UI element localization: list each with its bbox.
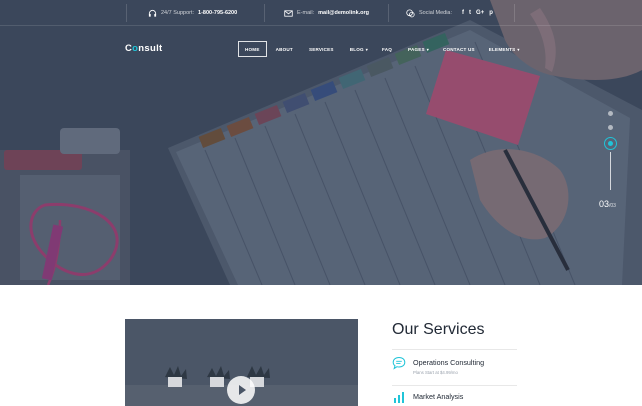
nav-item-faq[interactable]: FAQ <box>377 41 397 57</box>
bar-chart-icon <box>394 392 404 403</box>
nav-item-blog[interactable]: Blog ▾ <box>345 41 373 57</box>
social-media-label: Social Media: <box>419 10 453 16</box>
top-bar-divider <box>388 4 389 22</box>
nav-item-services[interactable]: Services <box>304 41 339 57</box>
service-subtitle: Plans Start at $4.99/mo <box>413 370 458 375</box>
chevron-down-icon: ▾ <box>517 46 520 52</box>
support-info: 24/7 Support: 1-800-795-6200 <box>148 0 237 26</box>
email-info: E-mail: mail@demolink.org <box>284 0 369 26</box>
section-title: Our Services <box>392 321 485 338</box>
twitter-icon[interactable]: t <box>469 10 471 16</box>
nav-item-label: Pages <box>408 46 425 52</box>
nav-item-contact-us[interactable]: Contact us <box>438 41 480 57</box>
service-item-operations-consulting[interactable]: Operations Consulting Plans Start at $4.… <box>392 356 484 375</box>
service-item-market-analysis[interactable]: Market Analysis <box>392 390 463 404</box>
nav-item-about[interactable]: About <box>271 41 298 57</box>
divider <box>392 385 517 386</box>
social-media: Social Media: f t G+ p <box>406 0 493 26</box>
site-logo[interactable]: Consult <box>125 43 162 54</box>
divider <box>392 349 517 350</box>
email-link[interactable]: mail@demolink.org <box>318 10 369 16</box>
nav-item-label: Services <box>308 46 334 52</box>
email-label: E-mail: <box>297 10 315 16</box>
headset-icon <box>148 9 157 17</box>
nav-item-pages[interactable]: Pages ▾ <box>403 41 434 57</box>
top-bar-divider <box>264 4 265 22</box>
logo-text-end: nsult <box>138 43 163 54</box>
top-bar: 24/7 Support: 1-800-795-6200 E-mail: mai… <box>0 0 642 26</box>
nav-item-label: About <box>275 46 293 52</box>
top-bar-divider <box>126 4 127 22</box>
slide-current: 03 <box>599 199 610 209</box>
active-dot-icon <box>608 141 613 146</box>
main-navigation: Home About Services Blog ▾ FAQ Pages ▾ Con… <box>238 41 525 57</box>
slide-progress-line <box>610 152 611 190</box>
slide-dot-3-active[interactable] <box>604 137 617 150</box>
slide-dot-2[interactable] <box>608 125 613 130</box>
nav-item-elements[interactable]: Elements ▾ <box>484 41 525 57</box>
slide-counter: 03/03 <box>599 199 616 209</box>
nav-item-home[interactable]: Home <box>238 41 267 57</box>
service-name: Market Analysis <box>413 392 464 401</box>
support-phone-link[interactable]: 1-800-795-6200 <box>198 10 237 16</box>
social-links: f t G+ p <box>462 10 493 16</box>
speech-bubble-icon <box>392 356 406 370</box>
chat-bubbles-icon <box>406 8 415 17</box>
slide-total: /03 <box>609 203 616 209</box>
chevron-down-icon: ▾ <box>365 46 368 52</box>
hero-slider: 24/7 Support: 1-800-795-6200 E-mail: mai… <box>0 0 642 285</box>
play-button[interactable] <box>227 376 255 404</box>
top-bar-divider <box>514 4 515 22</box>
nav-item-label: Elements <box>488 46 516 52</box>
nav-item-label: Blog <box>349 46 364 52</box>
google-plus-icon[interactable]: G+ <box>476 10 484 16</box>
support-label: 24/7 Support: <box>161 10 195 16</box>
nav-item-label: FAQ <box>381 46 393 52</box>
mail-icon <box>284 9 293 17</box>
service-name: Operations Consulting <box>413 358 485 367</box>
video-thumbnail[interactable] <box>125 319 358 406</box>
slide-dot-1[interactable] <box>608 111 613 116</box>
nav-item-label: Home <box>245 46 260 52</box>
facebook-icon[interactable]: f <box>462 10 464 16</box>
nav-item-label: Contact us <box>443 46 475 52</box>
play-icon <box>238 385 246 395</box>
pinterest-icon[interactable]: p <box>489 10 493 16</box>
chevron-down-icon: ▾ <box>426 46 429 52</box>
